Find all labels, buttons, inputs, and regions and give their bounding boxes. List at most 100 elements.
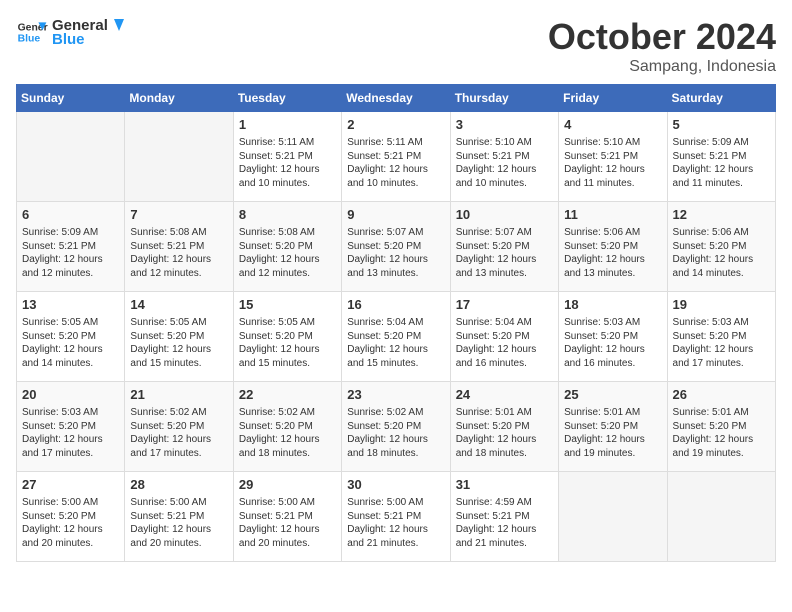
calendar-week-1: 1 Sunrise: 5:11 AM Sunset: 5:21 PM Daylig…: [17, 112, 776, 202]
day-number: 10: [456, 206, 553, 224]
weekday-header-friday: Friday: [559, 85, 667, 112]
day-info: Sunrise: 5:11 AM Sunset: 5:21 PM Dayligh…: [239, 136, 336, 190]
title-block: October 2024 Sampang, Indonesia: [548, 16, 776, 76]
weekday-header-monday: Monday: [125, 85, 233, 112]
day-number: 17: [456, 296, 553, 314]
day-info: Sunrise: 5:01 AM Sunset: 5:20 PM Dayligh…: [456, 406, 553, 460]
day-number: 18: [564, 296, 661, 314]
day-info: Sunrise: 5:05 AM Sunset: 5:20 PM Dayligh…: [239, 316, 336, 370]
day-number: 16: [347, 296, 444, 314]
logo-icon: General Blue: [16, 16, 48, 48]
calendar-cell: 30 Sunrise: 5:00 AM Sunset: 5:21 PM Dayli…: [342, 472, 450, 562]
calendar-cell: 11 Sunrise: 5:06 AM Sunset: 5:20 PM Dayli…: [559, 202, 667, 292]
day-info: Sunrise: 5:00 AM Sunset: 5:21 PM Dayligh…: [347, 496, 444, 550]
calendar-cell: [17, 112, 125, 202]
calendar-cell: 6Sunrise: 5:09 AM Sunset: 5:21 PM Daylig…: [17, 202, 125, 292]
calendar-cell: [667, 472, 775, 562]
day-info: Sunrise: 5:06 AM Sunset: 5:20 PM Dayligh…: [673, 226, 770, 280]
day-number: 6: [22, 206, 119, 224]
calendar-cell: 21 Sunrise: 5:02 AM Sunset: 5:20 PM Dayli…: [125, 382, 233, 472]
day-number: 31: [456, 476, 553, 494]
day-info: Sunrise: 5:01 AM Sunset: 5:20 PM Dayligh…: [673, 406, 770, 460]
day-info: Sunrise: 5:02 AM Sunset: 5:20 PM Dayligh…: [130, 406, 227, 460]
day-number: 30: [347, 476, 444, 494]
day-info: Sunrise: 4:59 AM Sunset: 5:21 PM Dayligh…: [456, 496, 553, 550]
calendar-cell: 15 Sunrise: 5:05 AM Sunset: 5:20 PM Dayli…: [233, 292, 341, 382]
calendar-cell: 9 Sunrise: 5:07 AM Sunset: 5:20 PM Daylig…: [342, 202, 450, 292]
logo: General Blue General Blue: [16, 16, 126, 48]
calendar-cell: 4Sunrise: 5:10 AM Sunset: 5:21 PM Daylig…: [559, 112, 667, 202]
day-number: 21: [130, 386, 227, 404]
month-title: October 2024: [548, 16, 776, 58]
day-number: 9: [347, 206, 444, 224]
day-number: 8: [239, 206, 336, 224]
day-number: 2: [347, 116, 444, 134]
day-info: Sunrise: 5:01 AM Sunset: 5:20 PM Dayligh…: [564, 406, 661, 460]
svg-text:Blue: Blue: [18, 34, 41, 45]
calendar-cell: 28Sunrise: 5:00 AM Sunset: 5:21 PM Dayli…: [125, 472, 233, 562]
calendar-cell: 10Sunrise: 5:07 AM Sunset: 5:20 PM Dayli…: [450, 202, 558, 292]
day-number: 11: [564, 206, 661, 224]
day-info: Sunrise: 5:10 AM Sunset: 5:21 PM Dayligh…: [456, 136, 553, 190]
day-info: Sunrise: 5:00 AM Sunset: 5:21 PM Dayligh…: [130, 496, 227, 550]
calendar-cell: 29 Sunrise: 5:00 AM Sunset: 5:21 PM Dayli…: [233, 472, 341, 562]
day-number: 12: [673, 206, 770, 224]
day-info: Sunrise: 5:03 AM Sunset: 5:20 PM Dayligh…: [564, 316, 661, 370]
day-info: Sunrise: 5:05 AM Sunset: 5:20 PM Dayligh…: [22, 316, 119, 370]
calendar-header-row: SundayMondayTuesdayWednesdayThursdayFrid…: [17, 85, 776, 112]
day-info: Sunrise: 5:02 AM Sunset: 5:20 PM Dayligh…: [347, 406, 444, 460]
day-info: Sunrise: 5:02 AM Sunset: 5:20 PM Dayligh…: [239, 406, 336, 460]
day-info: Sunrise: 5:08 AM Sunset: 5:20 PM Dayligh…: [239, 226, 336, 280]
day-number: 20: [22, 386, 119, 404]
day-info: Sunrise: 5:11 AM Sunset: 5:21 PM Dayligh…: [347, 136, 444, 190]
calendar-cell: 19 Sunrise: 5:03 AM Sunset: 5:20 PM Dayli…: [667, 292, 775, 382]
day-number: 7: [130, 206, 227, 224]
calendar-week-5: 27Sunrise: 5:00 AM Sunset: 5:20 PM Dayli…: [17, 472, 776, 562]
calendar-cell: 16 Sunrise: 5:04 AM Sunset: 5:20 PM Dayli…: [342, 292, 450, 382]
calendar-week-4: 20Sunrise: 5:03 AM Sunset: 5:20 PM Dayli…: [17, 382, 776, 472]
weekday-header-wednesday: Wednesday: [342, 85, 450, 112]
day-number: 22: [239, 386, 336, 404]
day-info: Sunrise: 5:00 AM Sunset: 5:21 PM Dayligh…: [239, 496, 336, 550]
day-info: Sunrise: 5:04 AM Sunset: 5:20 PM Dayligh…: [347, 316, 444, 370]
calendar-cell: 13 Sunrise: 5:05 AM Sunset: 5:20 PM Dayli…: [17, 292, 125, 382]
logo-triangle-icon: [108, 17, 126, 35]
calendar-cell: 1 Sunrise: 5:11 AM Sunset: 5:21 PM Daylig…: [233, 112, 341, 202]
day-info: Sunrise: 5:07 AM Sunset: 5:20 PM Dayligh…: [347, 226, 444, 280]
calendar-table: SundayMondayTuesdayWednesdayThursdayFrid…: [16, 84, 776, 562]
calendar-week-3: 13 Sunrise: 5:05 AM Sunset: 5:20 PM Dayli…: [17, 292, 776, 382]
calendar-cell: 3 Sunrise: 5:10 AM Sunset: 5:21 PM Daylig…: [450, 112, 558, 202]
calendar-cell: 25 Sunrise: 5:01 AM Sunset: 5:20 PM Dayli…: [559, 382, 667, 472]
page-header: General Blue General Blue October 2024 S…: [16, 16, 776, 76]
calendar-cell: 7Sunrise: 5:08 AM Sunset: 5:21 PM Daylig…: [125, 202, 233, 292]
day-number: 29: [239, 476, 336, 494]
day-number: 3: [456, 116, 553, 134]
calendar-cell: 31 Sunrise: 4:59 AM Sunset: 5:21 PM Dayli…: [450, 472, 558, 562]
day-number: 1: [239, 116, 336, 134]
weekday-header-tuesday: Tuesday: [233, 85, 341, 112]
day-number: 25: [564, 386, 661, 404]
calendar-cell: 22 Sunrise: 5:02 AM Sunset: 5:20 PM Dayli…: [233, 382, 341, 472]
day-number: 15: [239, 296, 336, 314]
calendar-cell: 2 Sunrise: 5:11 AM Sunset: 5:21 PM Daylig…: [342, 112, 450, 202]
day-number: 23: [347, 386, 444, 404]
calendar-cell: 23 Sunrise: 5:02 AM Sunset: 5:20 PM Dayli…: [342, 382, 450, 472]
day-number: 13: [22, 296, 119, 314]
day-info: Sunrise: 5:03 AM Sunset: 5:20 PM Dayligh…: [673, 316, 770, 370]
calendar-cell: 26 Sunrise: 5:01 AM Sunset: 5:20 PM Dayli…: [667, 382, 775, 472]
calendar-cell: 27Sunrise: 5:00 AM Sunset: 5:20 PM Dayli…: [17, 472, 125, 562]
calendar-cell: 12 Sunrise: 5:06 AM Sunset: 5:20 PM Dayli…: [667, 202, 775, 292]
weekday-header-saturday: Saturday: [667, 85, 775, 112]
weekday-header-thursday: Thursday: [450, 85, 558, 112]
day-info: Sunrise: 5:06 AM Sunset: 5:20 PM Dayligh…: [564, 226, 661, 280]
day-number: 26: [673, 386, 770, 404]
calendar-cell: 5Sunrise: 5:09 AM Sunset: 5:21 PM Daylig…: [667, 112, 775, 202]
day-info: Sunrise: 5:05 AM Sunset: 5:20 PM Dayligh…: [130, 316, 227, 370]
day-info: Sunrise: 5:04 AM Sunset: 5:20 PM Dayligh…: [456, 316, 553, 370]
day-number: 5: [673, 116, 770, 134]
weekday-header-sunday: Sunday: [17, 85, 125, 112]
day-number: 27: [22, 476, 119, 494]
calendar-cell: 18 Sunrise: 5:03 AM Sunset: 5:20 PM Dayli…: [559, 292, 667, 382]
day-number: 19: [673, 296, 770, 314]
calendar-cell: 20Sunrise: 5:03 AM Sunset: 5:20 PM Dayli…: [17, 382, 125, 472]
